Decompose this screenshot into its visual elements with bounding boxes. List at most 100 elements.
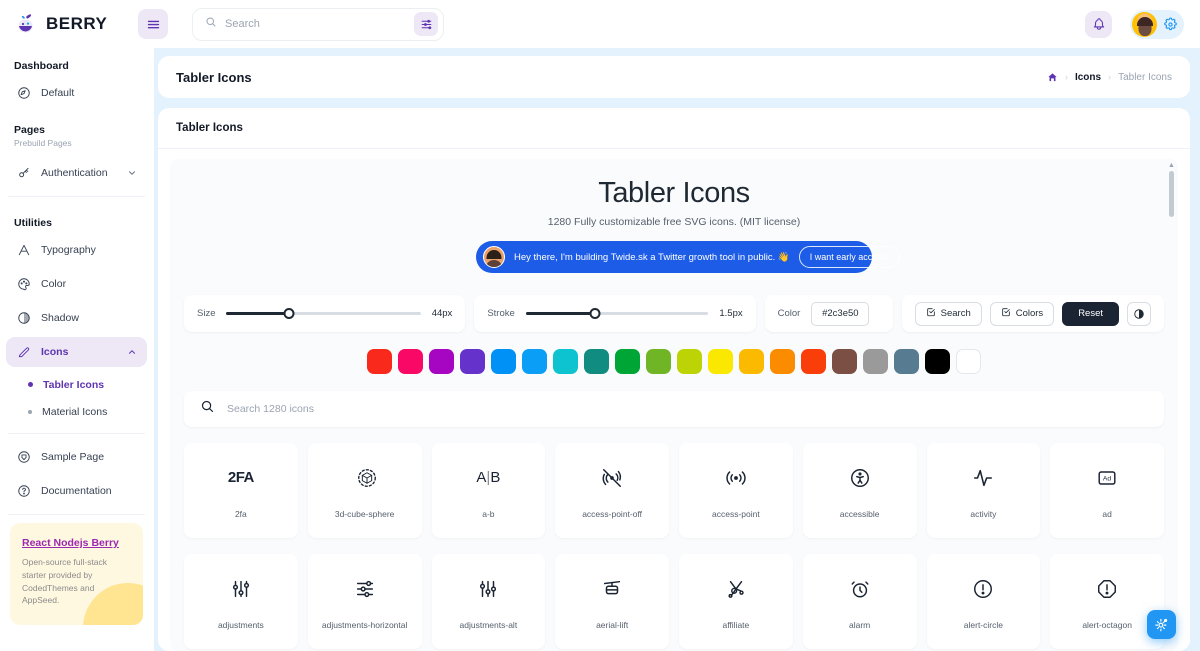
bell-icon[interactable] [1085,10,1112,38]
scroll-up-arrow-icon[interactable]: ▲ [1168,162,1175,169]
icon-tile[interactable]: accessible [802,443,917,538]
filter-sliders-icon[interactable] [414,12,438,36]
controls-row: Size 44px Stroke 1.5px Color #2c3e50 Sea… [184,295,1165,332]
color-input[interactable] [811,301,870,326]
scrollbar-thumb[interactable] [1169,171,1174,217]
sidebar-item-label: Shadow [41,312,79,324]
search-icon [205,15,217,33]
sidebar-item-color[interactable]: Color [6,269,147,299]
color-swatch[interactable] [491,349,516,374]
early-access-button[interactable]: I want early access. [798,246,900,268]
slider-knob[interactable] [589,308,601,319]
sidebar-item-default[interactable]: Default [6,78,147,108]
color-swatch[interactable] [801,349,826,374]
panel-title: Tabler Icons [176,122,243,134]
sidebar-item-authentication[interactable]: Authentication [6,158,147,188]
icon-tile[interactable]: adjustments-alt [431,554,546,649]
icon-search-bar[interactable] [184,391,1164,427]
chevron-down-icon[interactable] [127,168,137,178]
berry-logo-icon [14,12,38,36]
profile-menu[interactable] [1130,9,1184,39]
icon-name: accessible [839,508,880,519]
aerial-lift-icon [601,574,623,604]
size-value: 44px [431,308,453,319]
color-swatch[interactable] [429,349,454,374]
color-swatch[interactable] [553,349,578,374]
breadcrumb-item-icons[interactable]: Icons [1075,72,1101,83]
sidebar-item-documentation[interactable]: Documentation [6,476,147,506]
icon-tile[interactable]: aerial-lift [555,554,669,649]
color-swatch[interactable] [956,349,981,374]
icon-tile[interactable]: Ad ad [1050,443,1164,538]
sidebar-item-label: Sample Page [41,451,105,463]
home-icon[interactable] [1047,72,1058,83]
brand-logo[interactable]: BERRY [0,12,138,36]
color-swatch[interactable] [739,349,764,374]
promo-card[interactable]: React Nodejs Berry Open-source full-stac… [10,523,143,625]
sidebar-item-typography[interactable]: Typography [6,235,147,265]
gear-icon[interactable] [1163,16,1178,32]
icon-tile[interactable]: affiliate [679,554,793,649]
icon-tile[interactable]: access-point [679,443,793,538]
sidebar-item-tabler-icons[interactable]: Tabler Icons [6,371,147,398]
settings-customize-icon[interactable] [1147,610,1176,639]
2fa-icon: 2FA [227,469,255,486]
color-swatch[interactable] [894,349,919,374]
icon-tile[interactable]: alert-circle [926,554,1041,649]
sidebar-item-label: Color [41,278,67,290]
ad-icon: Ad [1096,463,1118,493]
icon-tile[interactable]: A | B a-b [431,443,546,538]
color-swatch[interactable] [460,349,485,374]
page-header: Tabler Icons › Icons › Tabler Icons [158,56,1190,98]
icon-tile[interactable]: access-point-off [555,443,669,538]
sidebar-item-sample-page[interactable]: Sample Page [6,442,147,472]
search-toggle-button[interactable]: Search [914,301,982,326]
hamburger-icon[interactable] [138,9,168,39]
colors-toggle-button[interactable]: Colors [989,301,1055,326]
size-slider[interactable] [226,307,421,321]
icon-name: access-point [712,508,760,519]
main-content: Tabler Icons › Icons › Tabler Icons Tabl… [154,48,1200,651]
color-swatch[interactable] [832,349,857,374]
sidebar: Dashboard Default Pages Prebuild Pages A… [0,48,154,651]
icon-grid-row-2: adjustments adjustments-horizontal adjus… [184,554,1164,649]
icon-tile[interactable]: activity [926,443,1041,538]
icon-tile[interactable]: adjustments [184,554,298,649]
color-swatch[interactable] [925,349,950,374]
sidebar-item-material-icons[interactable]: Material Icons [6,398,147,425]
hero-subtitle: 1280 Fully customizable free SVG icons. … [547,216,801,228]
color-control: Color [764,295,893,332]
color-swatch[interactable] [584,349,609,374]
stroke-slider[interactable] [525,307,709,321]
slider-knob[interactable] [283,308,295,319]
vertical-scrollbar[interactable]: ▲ [1168,162,1175,649]
color-swatch[interactable] [708,349,733,374]
pencil-icon [16,345,31,360]
global-search[interactable] [192,7,444,41]
color-swatch[interactable] [522,349,547,374]
a-b-icon: A | B [476,469,501,486]
icon-tile[interactable]: 2FA 2fa [184,443,298,538]
icon-tile[interactable]: alarm [802,554,917,649]
chevron-up-icon[interactable] [127,347,137,357]
color-swatch[interactable] [646,349,671,374]
key-icon [16,166,31,181]
icon-tile[interactable]: 3d-cube-sphere [307,443,422,538]
contrast-icon[interactable] [1127,301,1152,326]
avatar [1132,11,1157,37]
icon-search-input[interactable] [227,403,1148,415]
color-swatch[interactable] [770,349,795,374]
sidebar-item-icons[interactable]: Icons [6,337,147,367]
color-swatch[interactable] [677,349,702,374]
promo-title[interactable]: React Nodejs Berry [22,537,131,549]
affiliate-icon [725,574,747,604]
color-swatch[interactable] [615,349,640,374]
search-input[interactable] [225,18,406,30]
icon-tile[interactable]: adjustments-horizontal [307,554,422,649]
color-swatch[interactable] [398,349,423,374]
color-swatch[interactable] [863,349,888,374]
reset-button[interactable]: Reset [1062,301,1120,326]
color-swatch[interactable] [367,349,392,374]
alert-octagon-icon [1096,574,1118,604]
sidebar-item-shadow[interactable]: Shadow [6,303,147,333]
